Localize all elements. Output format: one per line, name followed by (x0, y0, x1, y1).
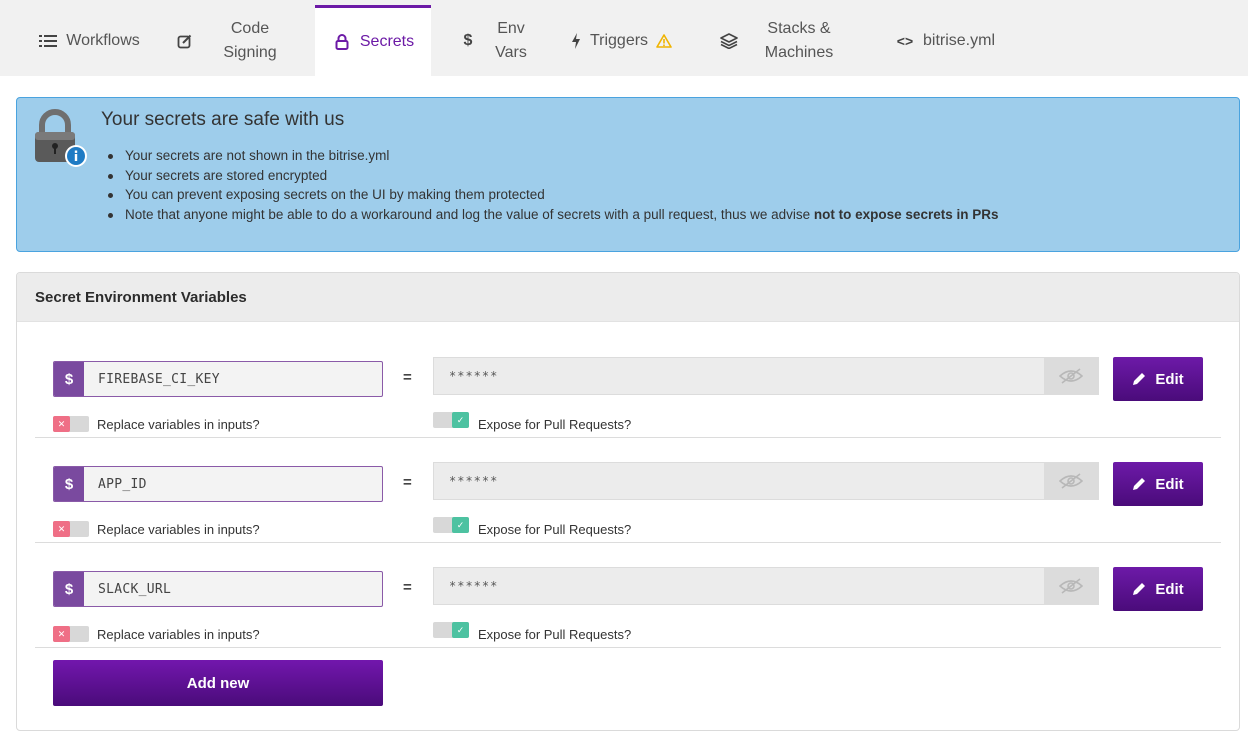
secret-row: $ FIREBASE_CI_KEY = ****** Edit ✕ Replac… (35, 333, 1221, 438)
replace-vars-toggle[interactable]: ✕ (53, 626, 89, 642)
info-bullet-text: Note that anyone might be able to do a w… (125, 206, 814, 222)
layers-icon (719, 31, 739, 51)
warning-icon (656, 33, 672, 48)
toggle-off-icon: ✕ (53, 521, 70, 537)
toggle-off-icon: ✕ (53, 416, 70, 432)
lock-icon (332, 32, 352, 52)
tab-label: Triggers (589, 31, 649, 49)
secret-key-field[interactable]: $ FIREBASE_CI_KEY (53, 361, 383, 397)
bolt-icon (566, 31, 586, 51)
card-title: Secret Environment Variables (17, 273, 1239, 322)
secret-key-field[interactable]: $ APP_ID (53, 466, 383, 502)
replace-vars-label: Replace variables in inputs? (97, 627, 260, 642)
secret-value-masked: ****** (449, 474, 499, 488)
toggle-on-icon: ✓ (452, 517, 469, 533)
pencil-icon (1133, 478, 1146, 490)
reveal-eye-icon[interactable] (1044, 463, 1098, 499)
tab-label: Workflows (66, 31, 140, 49)
edit-square-icon (175, 31, 195, 51)
reveal-eye-icon[interactable] (1044, 568, 1098, 604)
dollar-icon: $ (463, 31, 473, 49)
toggle-on-icon: ✓ (452, 412, 469, 428)
edit-button[interactable]: Edit (1113, 462, 1203, 506)
info-panel: Your secrets are safe with us Your secre… (16, 97, 1240, 252)
tab-workflows[interactable]: Workflows (28, 5, 150, 76)
dollar-icon: $ (54, 362, 84, 396)
dollar-icon: $ (54, 467, 84, 501)
secret-row: $ SLACK_URL = ****** Edit ✕ Replace vari… (35, 543, 1221, 648)
padlock-icon (33, 108, 89, 168)
code-icon: <> (896, 32, 914, 49)
edit-button-label: Edit (1155, 370, 1184, 388)
replace-vars-toggle[interactable]: ✕ (53, 521, 89, 537)
info-bullet: Note that anyone might be able to do a w… (107, 205, 999, 225)
toggle-off-icon: ✕ (53, 626, 70, 642)
equals-sign: = (403, 579, 412, 596)
edit-button[interactable]: Edit (1113, 567, 1203, 611)
expose-pr-label: Expose for Pull Requests? (478, 417, 632, 432)
reveal-eye-icon[interactable] (1044, 358, 1098, 394)
secret-value-field[interactable]: ****** (433, 567, 1099, 605)
secret-key-name: FIREBASE_CI_KEY (98, 371, 220, 387)
dollar-icon: $ (54, 572, 84, 606)
secret-key-field[interactable]: $ SLACK_URL (53, 571, 383, 607)
equals-sign: = (403, 474, 412, 491)
tab-label: bitrise.yml (922, 31, 995, 49)
secret-value-field[interactable]: ****** (433, 462, 1099, 500)
tab-bitrise-yml[interactable]: <> bitrise.yml (880, 5, 1010, 76)
secret-key-name: APP_ID (98, 476, 147, 492)
tab-label: Secrets (359, 33, 415, 50)
tab-code-signing[interactable]: Code Signing (170, 5, 290, 76)
edit-button[interactable]: Edit (1113, 357, 1203, 401)
secret-row: $ APP_ID = ****** Edit ✕ Replace variabl… (35, 438, 1221, 543)
replace-vars-label: Replace variables in inputs? (97, 417, 260, 432)
expose-pr-toggle[interactable]: ✓ (433, 517, 469, 533)
info-bullet-list: Your secrets are not shown in the bitris… (107, 146, 999, 225)
secret-env-vars-card: Secret Environment Variables $ FIREBASE_… (16, 272, 1240, 731)
tab-label: Env Vars (495, 19, 527, 61)
edit-button-label: Edit (1155, 475, 1184, 493)
expose-pr-label: Expose for Pull Requests? (478, 522, 632, 537)
tab-bar: Workflows Code Signing Secrets $ Env Var… (0, 0, 1248, 76)
info-title: Your secrets are safe with us (101, 109, 345, 130)
secret-value-masked: ****** (449, 369, 499, 383)
info-bullet-emphasis: not to expose secrets in PRs (813, 206, 999, 222)
expose-pr-label: Expose for Pull Requests? (478, 627, 632, 642)
info-bullet: You can prevent exposing secrets on the … (107, 185, 998, 205)
equals-sign: = (403, 369, 412, 386)
tab-label: Code Signing (223, 19, 277, 61)
pencil-icon (1133, 583, 1146, 595)
expose-pr-toggle[interactable]: ✓ (433, 622, 469, 638)
secret-value-masked: ****** (449, 579, 499, 593)
expose-pr-toggle[interactable]: ✓ (433, 412, 469, 428)
tab-triggers[interactable]: Triggers (558, 5, 680, 76)
replace-vars-label: Replace variables in inputs? (97, 522, 260, 537)
add-new-button[interactable]: Add new (53, 660, 383, 706)
pencil-icon (1133, 373, 1146, 385)
list-icon (38, 31, 58, 51)
tab-env-vars[interactable]: $ Env Vars (448, 5, 538, 76)
tab-secrets[interactable]: Secrets (315, 5, 431, 76)
edit-button-label: Edit (1155, 580, 1184, 598)
tab-label: Stacks & Machines (764, 19, 834, 61)
toggle-on-icon: ✓ (452, 622, 469, 638)
secret-value-field[interactable]: ****** (433, 357, 1099, 395)
replace-vars-toggle[interactable]: ✕ (53, 416, 89, 432)
secret-key-name: SLACK_URL (98, 581, 172, 597)
info-bullet: Your secrets are not shown in the bitris… (107, 146, 998, 166)
info-bullet: Your secrets are stored encrypted (107, 166, 998, 186)
tab-stacks-machines[interactable]: Stacks & Machines (704, 5, 854, 76)
